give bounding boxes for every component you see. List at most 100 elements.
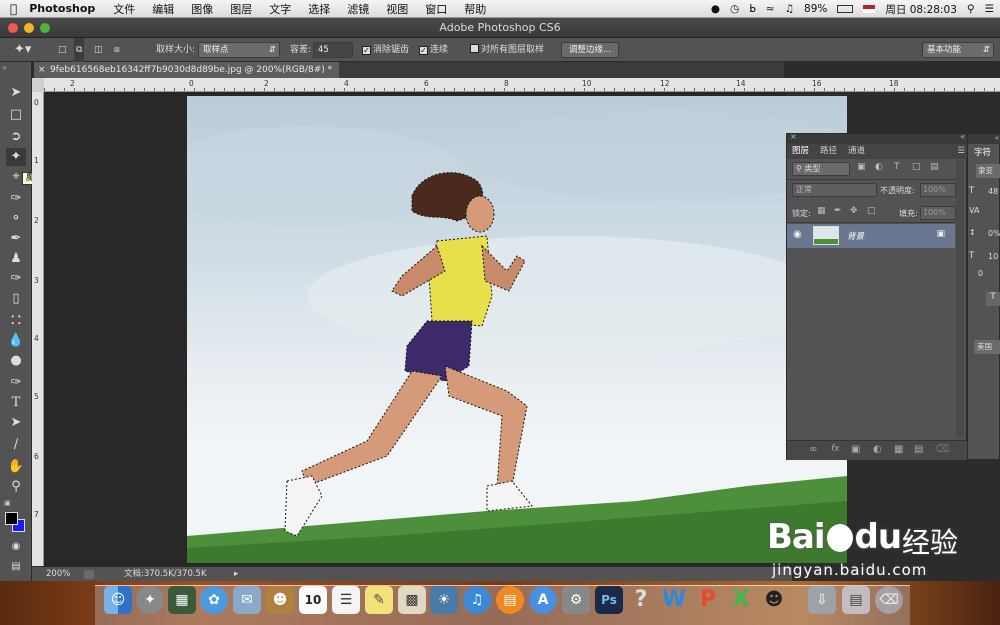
menu-view[interactable]: 视图 bbox=[386, 1, 408, 17]
tolerance-input[interactable]: 45 bbox=[313, 42, 353, 58]
tab-paths[interactable]: 路径 bbox=[820, 144, 837, 159]
ibooks-icon[interactable]: ▤ bbox=[496, 586, 524, 614]
line-tool-icon[interactable]: ∕ bbox=[6, 436, 26, 454]
zoom-button[interactable] bbox=[40, 23, 50, 33]
menu-select[interactable]: 选择 bbox=[308, 1, 330, 17]
tab-layers[interactable]: 图层 bbox=[792, 144, 809, 159]
all-layers-checkbox[interactable]: 对所有图层取样 bbox=[470, 38, 544, 62]
mission-control-icon[interactable]: ▦ bbox=[168, 586, 196, 614]
menu-image[interactable]: 图像 bbox=[191, 1, 213, 17]
layer-name[interactable]: 背景 bbox=[847, 230, 864, 242]
link-layers-icon[interactable]: ∞ bbox=[809, 444, 817, 455]
photoshop-icon[interactable]: Ps bbox=[595, 586, 623, 614]
clock[interactable]: 周日 08:28:03 bbox=[885, 2, 957, 17]
add-mask-icon[interactable]: ▣ bbox=[851, 444, 860, 455]
excel-icon[interactable]: X bbox=[727, 586, 755, 614]
apple-icon[interactable]:  bbox=[10, 2, 17, 16]
launchpad-icon[interactable]: ✦ bbox=[136, 586, 164, 614]
faux-bold-icon[interactable]: T bbox=[986, 292, 1000, 306]
lock-transparent-icon[interactable]: ▦ bbox=[817, 206, 826, 216]
filter-type-icon[interactable]: T bbox=[894, 162, 900, 172]
new-layer-icon[interactable]: ▤ bbox=[914, 444, 923, 455]
wifi-icon[interactable]: ≈ bbox=[766, 3, 775, 15]
tab-channels[interactable]: 通道 bbox=[848, 144, 865, 159]
word-icon[interactable]: W bbox=[660, 586, 688, 614]
clone-stamp-tool-icon[interactable]: ♟ bbox=[6, 250, 26, 268]
powerpoint-icon[interactable]: P bbox=[694, 586, 722, 614]
notification-icon[interactable]: ● bbox=[711, 3, 720, 15]
leading-value[interactable]: 10 bbox=[988, 252, 998, 261]
filter-pixel-icon[interactable]: ▣ bbox=[857, 162, 866, 172]
vertical-ruler[interactable]: 0 1 2 3 4 5 6 7 bbox=[32, 92, 44, 566]
character-panel-header[interactable]: « bbox=[968, 134, 1000, 144]
blend-mode-select[interactable]: 正常 bbox=[792, 183, 877, 197]
foreground-color-swatch[interactable] bbox=[5, 512, 18, 525]
menu-help[interactable]: 帮助 bbox=[464, 1, 486, 17]
brush-tool-icon[interactable]: ✒ bbox=[6, 230, 26, 248]
layer-style-icon[interactable]: fx bbox=[831, 444, 840, 454]
app-store-icon[interactable]: A bbox=[529, 586, 557, 614]
zoom-tool-icon[interactable]: ⚲ bbox=[6, 478, 26, 496]
new-selection-icon[interactable]: □ bbox=[58, 38, 67, 62]
calendar-icon[interactable]: 10 bbox=[299, 586, 327, 614]
blur-tool-icon[interactable]: 💧 bbox=[6, 332, 26, 350]
layer-filter-select[interactable]: ⚲ 类型 bbox=[792, 162, 850, 176]
lock-image-icon[interactable]: ✒ bbox=[834, 206, 842, 216]
collapse-panel-icon[interactable]: « bbox=[960, 132, 965, 141]
tracking-value[interactable]: 0% bbox=[988, 229, 1000, 238]
history-brush-tool-icon[interactable]: ✑ bbox=[6, 270, 26, 288]
bluetooth-icon[interactable]: ᖯ bbox=[749, 3, 756, 15]
refine-edge-button[interactable]: 调整边缘... bbox=[561, 42, 619, 58]
zoom-level[interactable]: 200% bbox=[46, 567, 70, 582]
font-family-select[interactable]: 隶变 bbox=[976, 164, 1000, 178]
delete-layer-icon[interactable]: ⌫ bbox=[935, 444, 949, 455]
filter-adjustment-icon[interactable]: ◐ bbox=[875, 162, 883, 172]
pen-tool-icon[interactable]: ✑ bbox=[6, 374, 26, 392]
battery-icon[interactable] bbox=[837, 5, 854, 13]
layer-row-background[interactable]: ◉ 背景 ▣ bbox=[787, 224, 955, 248]
font-size-value[interactable]: 48 bbox=[988, 187, 998, 196]
intersect-selection-icon[interactable]: ⧈ bbox=[114, 38, 120, 62]
quick-mask-icon[interactable]: ◉ bbox=[6, 538, 26, 556]
system-preferences-icon[interactable]: ⚙ bbox=[562, 586, 590, 614]
add-selection-icon[interactable]: ⧉ bbox=[74, 38, 85, 62]
lasso-tool-icon[interactable]: ➲ bbox=[6, 128, 26, 146]
close-button[interactable] bbox=[8, 23, 18, 33]
sample-size-select[interactable]: 取样点 ⇵ bbox=[198, 42, 280, 58]
filter-smart-icon[interactable]: ▤ bbox=[930, 162, 939, 172]
tab-character[interactable]: 字符 bbox=[974, 146, 991, 158]
battery-percent[interactable]: 89% bbox=[804, 3, 827, 15]
eyedropper-tool-icon[interactable]: ✑ bbox=[6, 190, 26, 208]
marquee-tool-icon[interactable]: □ bbox=[6, 106, 26, 124]
menu-filter[interactable]: 滤镜 bbox=[347, 1, 369, 17]
hand-tool-icon[interactable]: ✋ bbox=[6, 458, 26, 476]
panel-menu-icon[interactable]: ☰ bbox=[957, 144, 965, 159]
help-icon[interactable]: ? bbox=[627, 586, 655, 614]
tools-collapse-icon[interactable]: » bbox=[2, 63, 7, 72]
magic-wand-tool-icon[interactable]: ✦ bbox=[6, 148, 26, 166]
iphoto-icon[interactable]: ☀ bbox=[430, 586, 458, 614]
workspace-select[interactable]: 基本功能 ⇵ bbox=[922, 42, 994, 58]
mail-icon[interactable]: ✉ bbox=[233, 586, 261, 614]
ruler-corner[interactable] bbox=[32, 78, 44, 92]
volume-icon[interactable]: ♫ bbox=[785, 3, 794, 15]
menu-file[interactable]: 文件 bbox=[113, 1, 135, 17]
document-image[interactable] bbox=[187, 96, 847, 563]
path-selection-tool-icon[interactable]: ➤ bbox=[6, 414, 26, 432]
flag-icon[interactable] bbox=[863, 5, 876, 13]
safari-icon[interactable]: ✿ bbox=[200, 586, 228, 614]
finder-icon[interactable]: ☺ bbox=[104, 586, 132, 614]
lock-position-icon[interactable]: ✥ bbox=[850, 206, 858, 216]
close-tab-icon[interactable]: × bbox=[38, 62, 46, 78]
close-panel-icon[interactable]: × bbox=[790, 132, 797, 141]
opacity-input[interactable]: 100% bbox=[920, 183, 956, 197]
move-tool-icon[interactable]: ➤ bbox=[6, 84, 26, 102]
menu-type[interactable]: 文字 bbox=[269, 1, 291, 17]
type-tool-icon[interactable]: T bbox=[6, 394, 26, 412]
dodge-tool-icon[interactable]: ● bbox=[6, 352, 26, 370]
spotlight-icon[interactable]: ⚲ bbox=[967, 3, 975, 15]
status-menu-icon[interactable] bbox=[84, 570, 94, 579]
contiguous-checkbox[interactable]: ✓ 连续 bbox=[419, 38, 448, 62]
baseline-value[interactable]: 0 bbox=[978, 269, 983, 278]
visibility-eye-icon[interactable]: ◉ bbox=[793, 229, 802, 240]
